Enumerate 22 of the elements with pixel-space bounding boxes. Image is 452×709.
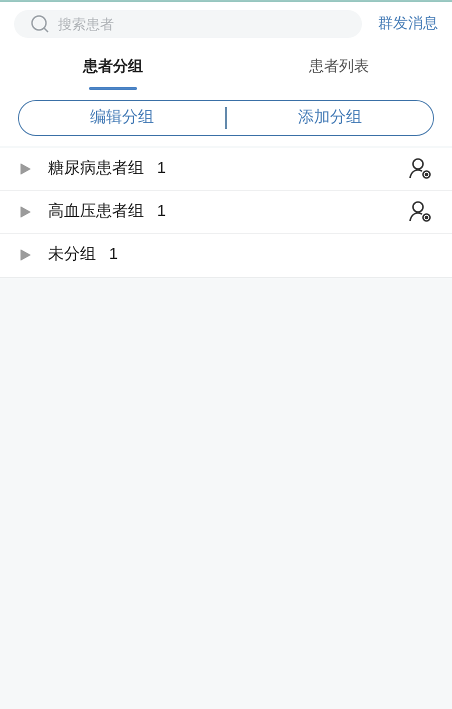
expand-arrow-icon[interactable] bbox=[20, 162, 31, 174]
group-name: 未分组 bbox=[48, 244, 96, 265]
group-name: 糖尿病患者组 bbox=[48, 158, 144, 178]
person-icon[interactable] bbox=[408, 200, 432, 222]
group-count: 1 bbox=[157, 202, 166, 222]
search-input[interactable]: 搜索患者 bbox=[58, 14, 346, 34]
search-field[interactable]: 搜索患者 bbox=[14, 10, 362, 38]
group-row[interactable]: 高血压患者组 1 bbox=[0, 190, 452, 234]
group-count: 1 bbox=[109, 245, 118, 265]
group-name: 高血压患者组 bbox=[48, 202, 144, 222]
tab[interactable]: 患者分组 bbox=[0, 56, 226, 90]
broadcast-link[interactable]: 群发消息 bbox=[378, 12, 438, 36]
group-count: 1 bbox=[157, 158, 166, 178]
tab[interactable]: 患者列表 bbox=[226, 56, 452, 90]
expand-arrow-icon[interactable] bbox=[20, 206, 31, 218]
group-row[interactable]: 糖尿病患者组 1 bbox=[0, 148, 452, 190]
group-action-button[interactable]: 编辑分组 bbox=[19, 106, 225, 130]
search-icon bbox=[30, 15, 50, 33]
group-action-button[interactable]: 添加分组 bbox=[227, 106, 433, 130]
expand-arrow-icon[interactable] bbox=[20, 249, 31, 261]
group-row[interactable]: 未分组 1 bbox=[0, 234, 452, 276]
person-icon[interactable] bbox=[408, 158, 432, 180]
